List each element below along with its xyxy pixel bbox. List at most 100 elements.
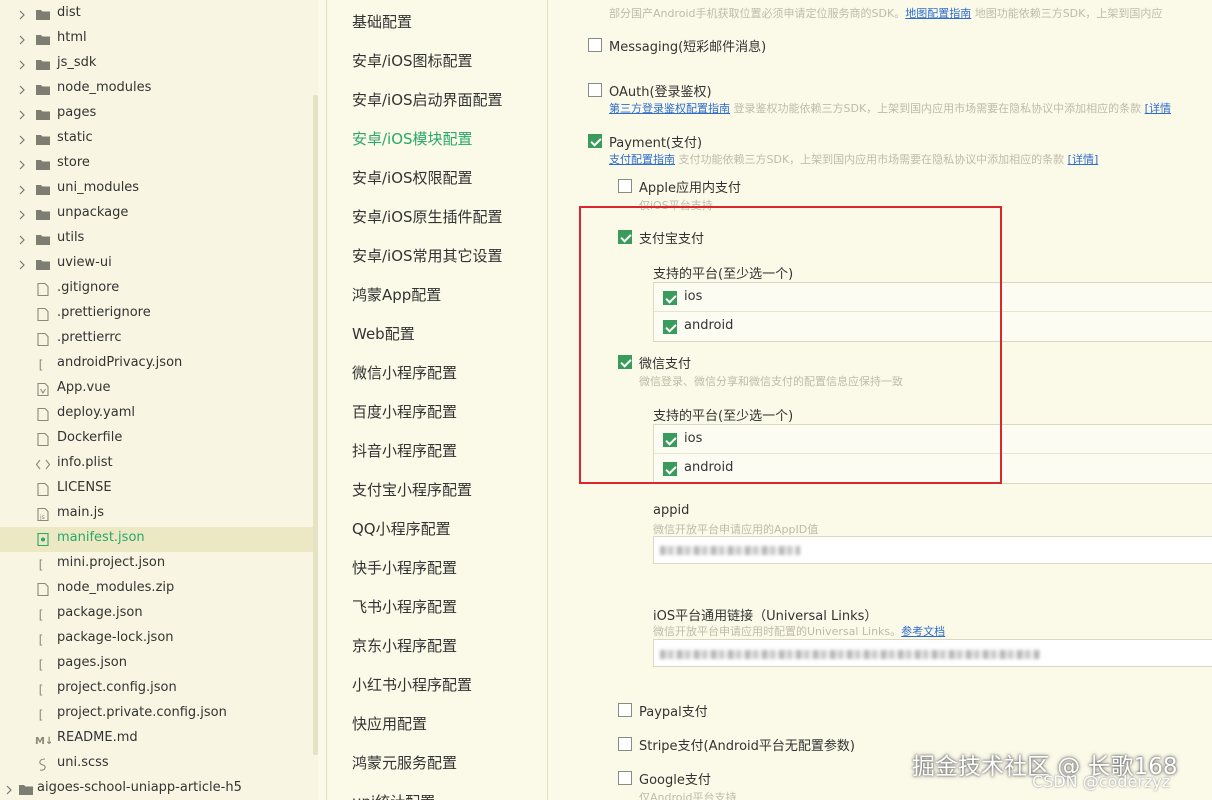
nav-item-15[interactable]: 飞书小程序配置 xyxy=(352,596,457,617)
folder-icon xyxy=(35,7,51,22)
oauth-guide-link[interactable]: 第三方登录鉴权配置指南 xyxy=(609,102,730,115)
chevron-right-icon[interactable] xyxy=(17,84,27,95)
nav-item-4[interactable]: 安卓/iOS权限配置 xyxy=(352,167,473,188)
chevron-right-icon[interactable] xyxy=(17,9,27,20)
file-tree-item-gitignore[interactable]: .gitignore xyxy=(0,277,318,302)
file-tree-item-uni-modules[interactable]: uni_modules xyxy=(0,177,318,202)
file-tree-item-main-js[interactable]: js main.js xyxy=(0,502,318,527)
file-tree-item-prettierignore[interactable]: .prettierignore xyxy=(0,302,318,327)
file-tree-item-info-plist[interactable]: info.plist xyxy=(0,452,318,477)
file-tree-item-label: html xyxy=(57,30,87,45)
file-tree-item-node-modules-zip[interactable]: node_modules.zip xyxy=(0,577,318,602)
google-pay-checkbox[interactable] xyxy=(618,771,632,785)
oauth-hint: 第三方登录鉴权配置指南 登录鉴权功能依赖三方SDK，上架到国内应用市场需要在隐私… xyxy=(609,100,1171,116)
nav-item-16[interactable]: 京东小程序配置 xyxy=(352,635,457,656)
nav-item-8[interactable]: Web配置 xyxy=(352,323,415,344)
file-tree-item-project-config-json[interactable]: [ ] project.config.json xyxy=(0,677,318,702)
chevron-right-icon[interactable] xyxy=(17,234,27,245)
nav-item-10[interactable]: 百度小程序配置 xyxy=(352,401,457,422)
file-tree-item-dockerfile[interactable]: Dockerfile xyxy=(0,427,318,452)
folder-icon xyxy=(18,782,34,797)
file-tree-item-license[interactable]: LICENSE xyxy=(0,477,318,502)
file-tree-item-js-sdk[interactable]: js_sdk xyxy=(0,52,318,77)
stripe-checkbox[interactable] xyxy=(618,737,632,751)
nav-item-3[interactable]: 安卓/iOS模块配置 xyxy=(352,128,473,149)
nav-item-2[interactable]: 安卓/iOS启动界面配置 xyxy=(352,89,503,110)
file-tree-item-deploy-yaml[interactable]: deploy.yaml xyxy=(0,402,318,427)
chevron-right-icon[interactable] xyxy=(17,184,27,195)
nav-item-11[interactable]: 抖音小程序配置 xyxy=(352,440,457,461)
nav-item-6[interactable]: 安卓/iOS常用其它设置 xyxy=(352,245,503,266)
payment-checkbox[interactable] xyxy=(588,134,602,148)
file-tree-item-static[interactable]: static xyxy=(0,127,318,152)
file-tree-item-uview-ui[interactable]: uview-ui xyxy=(0,252,318,277)
chevron-right-icon[interactable] xyxy=(17,34,27,45)
universal-links-input[interactable] xyxy=(653,639,1212,667)
svg-text:js: js xyxy=(39,514,45,521)
nav-item-5[interactable]: 安卓/iOS原生插件配置 xyxy=(352,206,503,227)
nav-item-18[interactable]: 快应用配置 xyxy=(352,713,427,734)
messaging-checkbox[interactable] xyxy=(588,38,602,52)
file-tree-item-package-lock-json[interactable]: [ ] package-lock.json xyxy=(0,627,318,652)
chevron-right-icon[interactable] xyxy=(17,109,27,120)
file-tree-item-node-modules[interactable]: node_modules xyxy=(0,77,318,102)
json-file-icon: [ ] xyxy=(35,357,59,372)
file-tree-item-html[interactable]: html xyxy=(0,27,318,52)
file-tree-item-pages-json[interactable]: [ ] pages.json xyxy=(0,652,318,677)
folder-icon xyxy=(35,82,51,97)
file-tree-item-unpackage[interactable]: unpackage xyxy=(0,202,318,227)
file-tree-item-utils[interactable]: utils xyxy=(0,227,318,252)
file-tree-item-readme-md[interactable]: M↓ README.md xyxy=(0,727,318,752)
file-tree-item-aigoes-school-uniapp-article-h5[interactable]: aigoes-school-uniapp-article-h5 xyxy=(0,777,318,800)
file-tree-item-project-private-config-json[interactable]: [ ] project.private.config.json xyxy=(0,702,318,727)
nav-item-1[interactable]: 安卓/iOS图标配置 xyxy=(352,50,473,71)
payment-detail-link[interactable]: [详情] xyxy=(1068,153,1099,166)
oauth-detail-link[interactable]: [详情 xyxy=(1145,102,1171,115)
folder-icon xyxy=(35,32,51,47)
file-tree-item-mini-project-json[interactable]: [ ] mini.project.json xyxy=(0,552,318,577)
nav-item-7[interactable]: 鸿蒙App配置 xyxy=(352,284,441,305)
nav-item-0[interactable]: 基础配置 xyxy=(352,11,412,32)
universal-links-doc-link[interactable]: 参考文档 xyxy=(901,625,945,638)
nav-item-20[interactable]: uni统计配置 xyxy=(352,791,435,800)
file-tree-item-manifest-json[interactable]: manifest.json xyxy=(0,527,318,552)
chevron-right-icon[interactable] xyxy=(17,259,27,270)
nav-item-19[interactable]: 鸿蒙元服务配置 xyxy=(352,752,457,773)
file-tree-item-label: README.md xyxy=(57,730,138,745)
file-tree-item-label: Dockerfile xyxy=(57,430,123,445)
nav-item-17[interactable]: 小红书小程序配置 xyxy=(352,674,472,695)
file-tree-item-package-json[interactable]: [ ] package.json xyxy=(0,602,318,627)
map-config-guide-link[interactable]: 地图配置指南 xyxy=(905,7,971,20)
vue-file-icon xyxy=(35,382,51,397)
chevron-right-icon[interactable] xyxy=(17,159,27,170)
universal-links-hint: 微信开放平台申请应用时配置的Universal Links。参考文档 xyxy=(653,623,945,639)
chevron-right-icon[interactable] xyxy=(17,59,27,70)
nav-item-9[interactable]: 微信小程序配置 xyxy=(352,362,457,383)
file-tree-item-label: uview-ui xyxy=(57,255,112,270)
file-tree-item-dist[interactable]: dist xyxy=(0,2,318,27)
file-tree-item-label: aigoes-school-uniapp-article-h5 xyxy=(37,780,242,795)
apple-pay-checkbox[interactable] xyxy=(618,179,632,193)
file-tree-item-uni-scss[interactable]: uni.scss xyxy=(0,752,318,777)
nav-item-12[interactable]: 支付宝小程序配置 xyxy=(352,479,472,500)
appid-label: appid xyxy=(653,503,690,518)
payment-label: Payment(支付) xyxy=(609,136,703,151)
file-tree-item-label: static xyxy=(57,130,93,145)
file-tree-item-pages[interactable]: pages xyxy=(0,102,318,127)
nav-item-14[interactable]: 快手小程序配置 xyxy=(352,557,457,578)
chevron-right-icon[interactable] xyxy=(4,784,14,795)
file-explorer-scrollbar[interactable] xyxy=(313,95,318,755)
nav-item-13[interactable]: QQ小程序配置 xyxy=(352,518,451,539)
file-tree-item-store[interactable]: store xyxy=(0,152,318,177)
file-tree-item-prettierrc[interactable]: .prettierrc xyxy=(0,327,318,352)
chevron-right-icon[interactable] xyxy=(17,134,27,145)
paypal-checkbox[interactable] xyxy=(618,703,632,717)
file-tree-item-app-vue[interactable]: App.vue xyxy=(0,377,318,402)
oauth-checkbox[interactable] xyxy=(588,83,602,97)
file-tree-item-androidprivacy-json[interactable]: [ ] androidPrivacy.json xyxy=(0,352,318,377)
chevron-right-icon[interactable] xyxy=(17,209,27,220)
appid-input[interactable] xyxy=(653,536,1212,564)
file-tree-item-label: package-lock.json xyxy=(57,630,174,645)
payment-guide-link[interactable]: 支付配置指南 xyxy=(609,153,675,166)
svg-text:[ ]: [ ] xyxy=(37,708,51,722)
